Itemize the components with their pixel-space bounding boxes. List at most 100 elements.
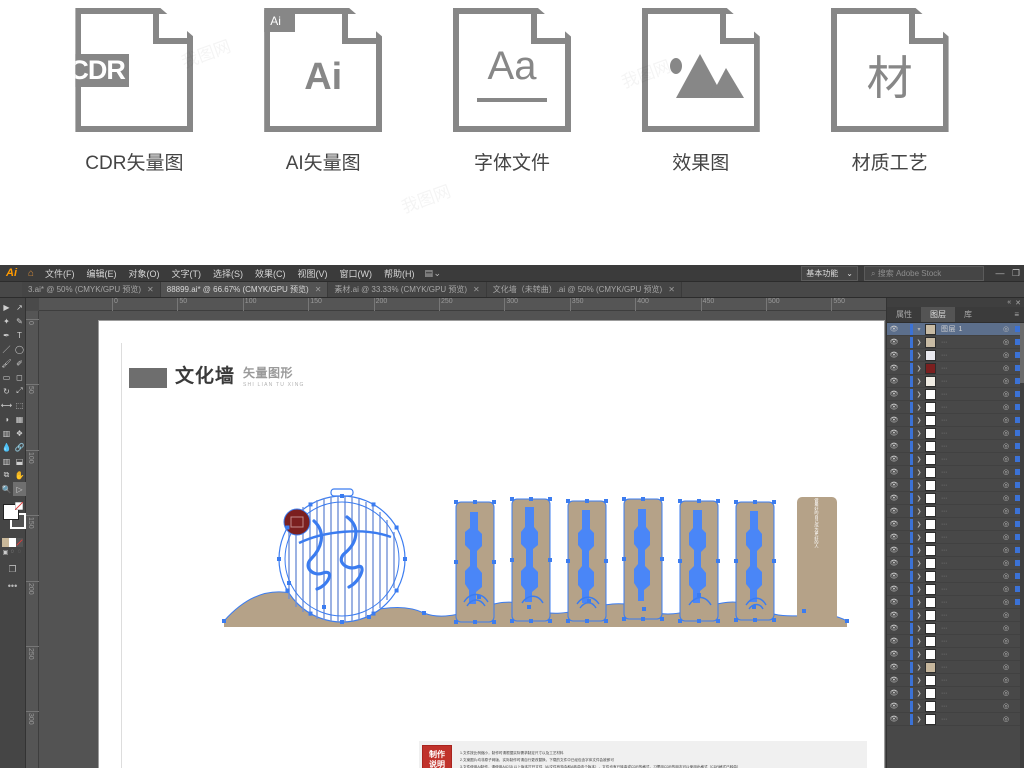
chevron-right-icon[interactable]: ❯ bbox=[913, 469, 925, 476]
selection-active-tool[interactable]: ▷ bbox=[13, 482, 26, 496]
target-circle-icon[interactable]: ◎ bbox=[1000, 663, 1012, 671]
chevron-right-icon[interactable]: ❯ bbox=[913, 547, 925, 554]
anchor-point[interactable] bbox=[845, 619, 849, 623]
shape-builder-tool[interactable]: ◑ bbox=[0, 412, 13, 426]
chevron-right-icon[interactable]: ❯ bbox=[913, 586, 925, 593]
anchor-point[interactable] bbox=[716, 619, 720, 623]
eye-icon[interactable]: 👁 bbox=[887, 689, 901, 697]
chevron-right-icon[interactable]: ❯ bbox=[913, 495, 925, 502]
layer-row[interactable]: 👁❯⋯◎ bbox=[887, 687, 1024, 700]
anchor-point[interactable] bbox=[510, 619, 514, 623]
chevron-right-icon[interactable]: ❯ bbox=[913, 482, 925, 489]
chevron-down-icon[interactable]: ▾ bbox=[913, 326, 925, 333]
eye-icon[interactable]: 👁 bbox=[887, 403, 901, 411]
chevron-right-icon[interactable]: ❯ bbox=[913, 378, 925, 385]
anchor-point[interactable] bbox=[309, 502, 313, 506]
anchor-point[interactable] bbox=[422, 611, 426, 615]
anchor-point[interactable] bbox=[322, 605, 326, 609]
anchor-point[interactable] bbox=[527, 605, 531, 609]
panel-menu-icon[interactable]: ≡ bbox=[1009, 307, 1024, 322]
target-circle-icon[interactable]: ◎ bbox=[1000, 689, 1012, 697]
layer-row[interactable]: 👁❯⋯◎ bbox=[887, 557, 1024, 570]
screen-mode-icon[interactable]: ❐ bbox=[0, 564, 25, 575]
window-restore-button[interactable]: ❐ bbox=[1008, 268, 1024, 279]
layer-row[interactable]: 👁❯⋯◎ bbox=[887, 375, 1024, 388]
canvas-area[interactable]: 050100150200250300350400450500550600 050… bbox=[26, 298, 886, 768]
target-circle-icon[interactable]: ◎ bbox=[1000, 572, 1012, 580]
eye-icon[interactable]: 👁 bbox=[887, 520, 901, 528]
free-transform-tool[interactable]: ⬚ bbox=[13, 398, 26, 412]
layer-row[interactable]: 👁❯⋯◎ bbox=[887, 518, 1024, 531]
anchor-point[interactable] bbox=[772, 618, 776, 622]
vertical-ruler[interactable]: 050100150200250300 bbox=[26, 311, 39, 768]
close-icon[interactable]: ✕ bbox=[315, 285, 322, 294]
width-tool[interactable]: ⟷ bbox=[0, 398, 13, 412]
anchor-point[interactable] bbox=[277, 557, 281, 561]
target-circle-icon[interactable]: ◎ bbox=[1000, 429, 1012, 437]
collapse-icon[interactable]: « bbox=[1007, 299, 1011, 306]
layer-row[interactable]: 👁❯⋯◎ bbox=[887, 661, 1024, 674]
menu-object[interactable]: 对象(O) bbox=[123, 267, 166, 280]
layers-panel[interactable]: 👁▾图层 1◎👁❯⋯◎👁❯⋯◎👁❯⋯◎👁❯⋯◎👁❯⋯◎👁❯⋯◎👁❯⋯◎👁❯⋯◎👁… bbox=[887, 323, 1024, 768]
close-icon[interactable]: ✕ bbox=[147, 285, 154, 294]
drawing-mode-row[interactable]: ▣ ◌ ◌ bbox=[2, 549, 23, 558]
anchor-point[interactable] bbox=[753, 618, 757, 622]
menu-help[interactable]: 帮助(H) bbox=[378, 267, 421, 280]
window-minimize-button[interactable]: — bbox=[992, 268, 1008, 278]
paintbrush-tool[interactable]: 🖌 bbox=[0, 356, 13, 370]
layer-row[interactable]: 👁❯⋯◎ bbox=[887, 388, 1024, 401]
target-circle-icon[interactable]: ◎ bbox=[1000, 598, 1012, 606]
eye-icon[interactable]: 👁 bbox=[887, 663, 901, 671]
target-circle-icon[interactable]: ◎ bbox=[1000, 325, 1012, 333]
anchor-point[interactable] bbox=[678, 499, 682, 503]
tab-layers[interactable]: 图层 bbox=[921, 307, 955, 322]
anchor-point[interactable] bbox=[473, 500, 477, 504]
layer-row[interactable]: 👁❯⋯◎ bbox=[887, 479, 1024, 492]
chevron-right-icon[interactable]: ❯ bbox=[913, 625, 925, 632]
document-tab-3[interactable]: 文化墙（未转曲）.ai @ 50% (CMYK/GPU 预览) ✕ bbox=[487, 282, 682, 297]
layer-row[interactable]: 👁❯⋯◎ bbox=[887, 635, 1024, 648]
anchor-point[interactable] bbox=[697, 499, 701, 503]
anchor-point[interactable] bbox=[716, 559, 720, 563]
anchor-point[interactable] bbox=[548, 497, 552, 501]
ruler-origin[interactable] bbox=[26, 298, 39, 311]
layer-row[interactable]: 👁❯⋯◎ bbox=[887, 531, 1024, 544]
document-tab-1[interactable]: 88899.ai* @ 66.67% (CMYK/GPU 预览) ✕ bbox=[161, 282, 329, 297]
eye-icon[interactable]: 👁 bbox=[887, 468, 901, 476]
slice-tool[interactable]: ⧉ bbox=[0, 468, 13, 482]
chevron-right-icon[interactable]: ❯ bbox=[913, 456, 925, 463]
menu-overflow-icon[interactable]: ▤ ⌄ bbox=[421, 268, 445, 279]
menu-window[interactable]: 窗口(W) bbox=[334, 267, 379, 280]
target-circle-icon[interactable]: ◎ bbox=[1000, 442, 1012, 450]
vector-artwork[interactable]: 做最好的自己成为更好的人 bbox=[99, 321, 884, 768]
eye-icon[interactable]: 👁 bbox=[887, 442, 901, 450]
anchor-point[interactable] bbox=[697, 593, 701, 597]
eye-icon[interactable]: 👁 bbox=[887, 598, 901, 606]
target-circle-icon[interactable]: ◎ bbox=[1000, 468, 1012, 476]
eye-icon[interactable]: 👁 bbox=[887, 481, 901, 489]
target-circle-icon[interactable]: ◎ bbox=[1000, 637, 1012, 645]
eye-icon[interactable]: 👁 bbox=[887, 546, 901, 554]
target-circle-icon[interactable]: ◎ bbox=[1000, 338, 1012, 346]
target-circle-icon[interactable]: ◎ bbox=[1000, 624, 1012, 632]
draw-inside-icon[interactable]: ◌ bbox=[16, 549, 23, 558]
workspace-switcher[interactable]: 基本功能 ⌄ bbox=[801, 266, 858, 281]
chevron-right-icon[interactable]: ❯ bbox=[913, 339, 925, 346]
layer-row[interactable]: 👁❯⋯◎ bbox=[887, 544, 1024, 557]
anchor-point[interactable] bbox=[660, 617, 664, 621]
anchor-point[interactable] bbox=[222, 619, 226, 623]
anchor-point[interactable] bbox=[752, 605, 756, 609]
color-swatch-icon[interactable] bbox=[2, 538, 9, 547]
anchor-point[interactable] bbox=[753, 500, 757, 504]
anchor-point[interactable] bbox=[510, 497, 514, 501]
hand-tool[interactable]: ✋ bbox=[13, 468, 26, 482]
chevron-right-icon[interactable]: ❯ bbox=[913, 430, 925, 437]
eye-icon[interactable]: 👁 bbox=[887, 585, 901, 593]
eye-icon[interactable]: 👁 bbox=[887, 325, 901, 333]
anchor-point[interactable] bbox=[395, 526, 399, 530]
target-circle-icon[interactable]: ◎ bbox=[1000, 533, 1012, 541]
target-circle-icon[interactable]: ◎ bbox=[1000, 481, 1012, 489]
anchor-point[interactable] bbox=[604, 559, 608, 563]
none-color-icon[interactable] bbox=[16, 538, 23, 547]
tab-libraries[interactable]: 库 bbox=[955, 307, 981, 322]
